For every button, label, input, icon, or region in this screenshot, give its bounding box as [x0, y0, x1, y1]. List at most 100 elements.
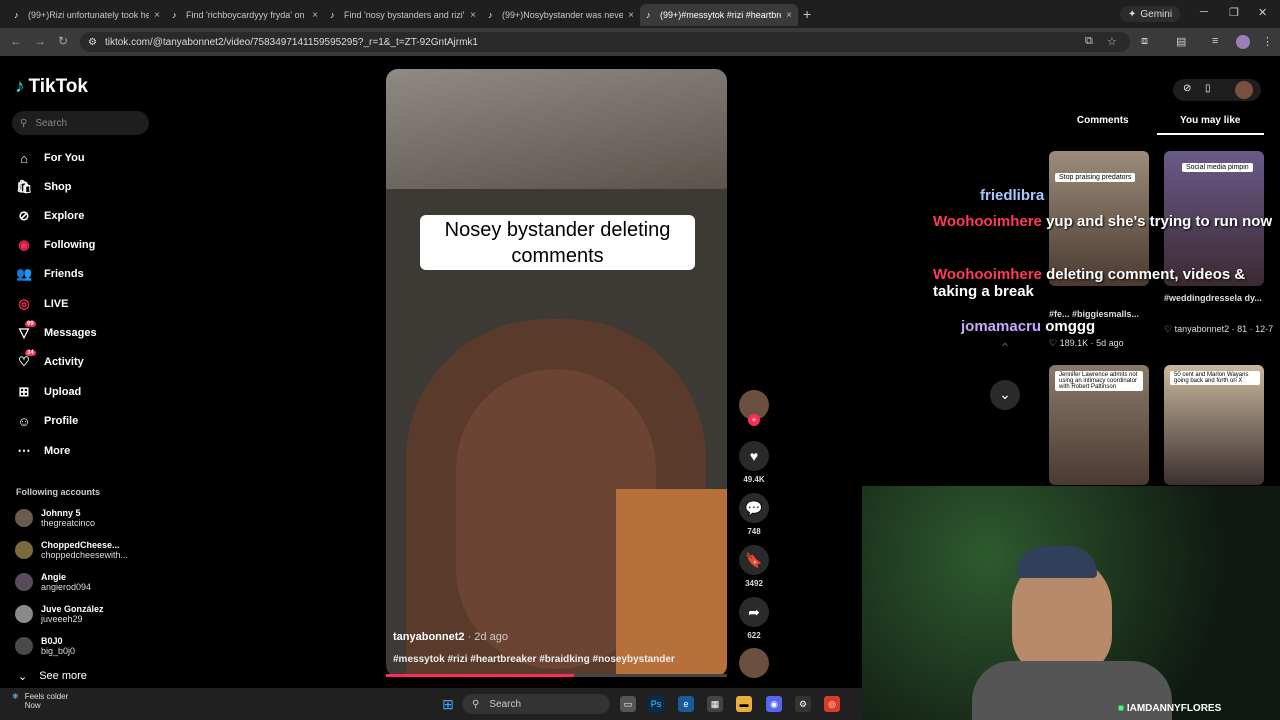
comment-button[interactable]: 💬 748 [738, 493, 770, 536]
nav-more[interactable]: ⋯ More [16, 441, 71, 461]
account-item[interactable]: Angie angierod094 [15, 572, 91, 592]
nav-messages[interactable]: ▽ 99 Messages [16, 321, 97, 343]
share-button[interactable]: ➦ 622 [738, 597, 770, 640]
address-bar[interactable]: ⚙ tiktok.com/@tanyabonnet2/video/75834971… [80, 32, 1130, 52]
taskbar-search[interactable]: ⚲ Search [462, 694, 610, 714]
tiktok-icon: ♪ [330, 9, 335, 20]
discord-icon[interactable]: ◉ [766, 696, 782, 712]
settings-icon[interactable]: ⚙ [795, 696, 811, 712]
nav-explore[interactable]: ⊘ Explore [16, 206, 85, 226]
home-icon: ⌂ [20, 150, 28, 166]
store-icon[interactable]: ▦ [707, 696, 723, 712]
avatar [15, 509, 33, 527]
new-tab-button[interactable]: + [803, 6, 811, 22]
browser-tab[interactable]: ♪ (99+)Rizi unfortunately took he × [8, 4, 166, 26]
card-meta: ♡ 189.1K · 5d ago [1049, 338, 1124, 348]
close-icon[interactable]: × [786, 10, 792, 21]
nav-profile[interactable]: ☺ Profile [16, 411, 78, 431]
following-accounts-heading: Following accounts [16, 487, 101, 497]
gemini-button[interactable]: ✦ Gemini [1120, 6, 1181, 22]
chevron-up-icon[interactable]: ⌃ [990, 340, 1020, 364]
sparkle-icon: ✦ [1128, 8, 1137, 20]
save-button[interactable]: 🔖 3492 [738, 545, 770, 588]
edge-icon[interactable]: e [678, 696, 694, 712]
video-author[interactable]: tanyabonnet2 · 2d ago [393, 631, 508, 643]
heart-icon: ♥ [739, 441, 769, 471]
nav-for-you[interactable]: ⌂ For You [16, 148, 84, 168]
webcam-cap [1017, 546, 1097, 578]
bookmark-star-icon[interactable]: ☆ [1107, 35, 1117, 48]
chat-message: jomamacru omggg [961, 318, 1096, 335]
reload-icon[interactable]: ↻ [58, 34, 68, 48]
browser-tab[interactable]: ♪ (99+)Nosybystander was never × [482, 4, 640, 26]
compass-icon[interactable]: ⊘ [1183, 83, 1191, 94]
site-info-icon[interactable]: ⚙ [88, 37, 97, 48]
menu-icon[interactable]: ⋮ [1262, 35, 1273, 48]
close-icon[interactable]: × [154, 10, 160, 21]
video-player[interactable] [386, 69, 727, 677]
windows-taskbar [0, 688, 862, 720]
search-input[interactable]: ⚲ Search [12, 111, 149, 135]
forward-icon[interactable]: → [34, 34, 46, 48]
back-icon[interactable]: ← [10, 34, 22, 48]
window-close-icon[interactable]: ✕ [1258, 6, 1267, 19]
close-icon[interactable]: × [312, 10, 318, 21]
video-hashtags[interactable]: #messytok #rizi #heartbreaker #braidking… [393, 654, 675, 665]
weather-widget[interactable]: ❄ Feels colder Now [12, 692, 68, 710]
see-more-button[interactable]: ⌄ See more [18, 670, 87, 683]
activity-icon: ♡ 34 [18, 350, 36, 369]
suggested-video-card[interactable]: 50 cent and Marlon Wayans going back and… [1164, 365, 1264, 485]
chrome-icon[interactable]: ◎ [824, 696, 840, 712]
extensions-icon[interactable]: ⧈ [1141, 35, 1148, 48]
avatar[interactable] [1235, 81, 1253, 99]
tiktok-logo[interactable]: ♪ TikTok [15, 76, 88, 98]
sound-avatar[interactable] [738, 648, 770, 678]
live-icon: ◎ [18, 296, 30, 311]
nav-shop[interactable]: 🛍 Shop [16, 177, 72, 197]
account-item[interactable]: Juve González juveeeh29 [15, 604, 104, 624]
install-icon[interactable]: ⧉ [1085, 35, 1093, 48]
follow-plus-icon[interactable]: + [748, 414, 760, 426]
account-item[interactable]: Johnny 5 thegreatcinco [15, 508, 95, 528]
close-icon[interactable]: × [628, 10, 634, 21]
messages-icon: ▽ 99 [19, 321, 36, 340]
video-progress-bar[interactable] [386, 674, 727, 677]
tab-you-may-like[interactable]: You may like [1156, 115, 1264, 135]
social-icons: ■ [1118, 703, 1125, 714]
sidepanel-icon[interactable]: ▤ [1176, 35, 1186, 48]
minimize-icon[interactable]: ─ [1200, 6, 1208, 18]
account-item[interactable]: ChoppedCheese... choppedcheesewith... [15, 540, 128, 560]
nav-activity[interactable]: ♡ 34 Activity [16, 350, 84, 372]
like-button[interactable]: ♥ 49.4K [738, 441, 770, 484]
browser-tab[interactable]: ♪ Find 'nosy bystanders and rizi' × [324, 4, 482, 26]
suggested-video-card[interactable]: Jennifer Lawrence admits not using an in… [1049, 365, 1149, 485]
profile-avatar[interactable] [1236, 35, 1250, 49]
weather-icon: ❄ [12, 692, 19, 701]
task-view-icon[interactable]: ▭ [620, 696, 636, 712]
nav-live[interactable]: ◎ LIVE [16, 294, 68, 314]
heart-icon: ♡ [1164, 324, 1173, 334]
close-icon[interactable]: × [470, 10, 476, 21]
windows-start-icon[interactable]: ⊞ [440, 696, 456, 712]
nav-following[interactable]: ◉ Following [16, 235, 95, 255]
maximize-icon[interactable]: ❐ [1229, 6, 1239, 19]
avatar [15, 573, 33, 591]
more-icon: ⋯ [17, 443, 31, 458]
nav-friends[interactable]: 👥 Friends [16, 264, 84, 284]
photoshop-icon[interactable]: Ps [648, 696, 664, 712]
upload-icon: ⊞ [18, 384, 30, 399]
device-icon[interactable]: ▯ [1205, 83, 1211, 94]
chat-message: friedlibra [980, 187, 1045, 204]
nav-upload[interactable]: ⊞ Upload [16, 382, 82, 402]
file-explorer-icon[interactable]: ▬ [736, 696, 752, 712]
bookmark-icon: 🔖 [739, 545, 769, 575]
chevron-down-icon[interactable]: ⌄ [990, 380, 1020, 410]
browser-tab-active[interactable]: ♪ (99+)#messytok #rizi #heartbre × [640, 4, 798, 26]
author-avatar-button[interactable]: + [738, 390, 770, 426]
browser-tab[interactable]: ♪ Find 'richboycardyyy fryda' on T × [166, 4, 324, 26]
share-icon: ➦ [739, 597, 769, 627]
account-item[interactable]: B0J0 big_b0j0 [15, 636, 75, 656]
tab-comments[interactable]: Comments [1049, 115, 1157, 135]
chat-message: Woohooimhere deleting comment, videos & … [933, 266, 1246, 300]
media-icon[interactable]: ≡ [1212, 35, 1218, 47]
